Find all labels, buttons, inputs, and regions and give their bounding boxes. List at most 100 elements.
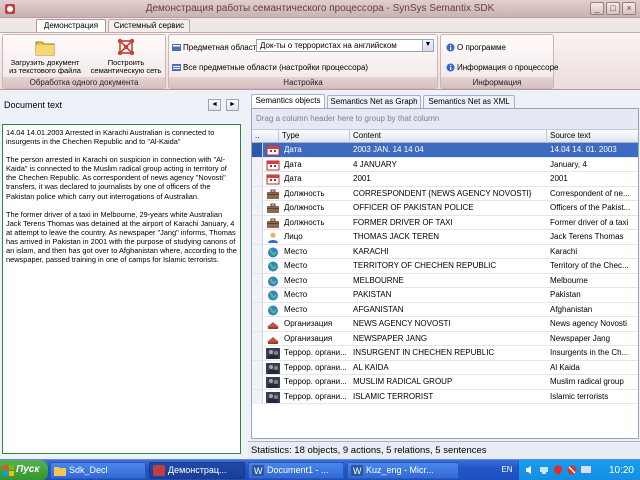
language-indicator[interactable]: EN: [499, 464, 515, 476]
table-row[interactable]: Организация NEWSPAPER JANG Newspaper Jang: [252, 331, 638, 346]
column-header-source[interactable]: Source text: [547, 130, 638, 143]
objects-grid: Drag a column header here to group by th…: [251, 108, 639, 439]
load-document-button[interactable]: Загрузить документ из текстового файла: [5, 37, 85, 77]
group-by-area[interactable]: Drag a column header here to group by th…: [252, 109, 638, 130]
cell-type: Место: [284, 275, 308, 285]
row-selector[interactable]: [252, 186, 263, 201]
row-selector[interactable]: [252, 288, 263, 302]
ribbon-tab-system[interactable]: Системный сервис: [108, 19, 190, 32]
network-tray-icon[interactable]: [539, 465, 549, 475]
cell-type: Террор. органи...: [284, 348, 347, 357]
chevron-down-icon[interactable]: ▼: [422, 40, 433, 51]
table-row[interactable]: Дата 2003 JAN. 14 14 04 14.04 14. 01. 2003: [252, 143, 638, 158]
subject-area-icon: [172, 44, 181, 52]
table-row[interactable]: Террор. органи... ISLAMIC TERRORIST Islami…: [252, 389, 638, 404]
maximize-icon[interactable]: □: [606, 2, 620, 15]
row-selector[interactable]: [252, 302, 263, 317]
cell-source: Al Kaida: [550, 362, 580, 372]
next-arrow-icon[interactable]: ►: [226, 99, 239, 111]
table-row[interactable]: Должность FORMER DRIVER OF TAXI Former dri…: [252, 215, 638, 230]
row-selector[interactable]: [252, 375, 263, 389]
table-row[interactable]: Должность OFFICER OF PAKISTAN POLICE Offic…: [252, 201, 638, 216]
row-selector[interactable]: [252, 172, 263, 186]
about-label: О программе: [457, 43, 506, 52]
taskbar-item-document1[interactable]: W Document1 - ...: [248, 462, 344, 479]
close-icon[interactable]: ×: [622, 2, 636, 15]
tab-semantics-objects[interactable]: Semantics objects: [251, 94, 325, 108]
row-selector[interactable]: [252, 346, 263, 360]
processor-info-button[interactable]: Информация о процессоре: [446, 62, 558, 74]
row-selector[interactable]: [252, 215, 263, 230]
ribbon-group-settings-caption: Настройка: [169, 77, 437, 88]
minimize-icon[interactable]: _: [590, 2, 604, 15]
column-header-type[interactable]: Type: [279, 130, 350, 143]
row-selector[interactable]: [252, 360, 263, 375]
table-row[interactable]: Террор. органи... INSURGENT IN CHECHEN RE…: [252, 346, 638, 361]
table-row[interactable]: Место TERRITORY OF CHECHEN REPUBLIC Territ…: [252, 259, 638, 274]
row-selector[interactable]: [252, 273, 263, 288]
table-row[interactable]: Место KARACHI Karachi: [252, 244, 638, 259]
table-row[interactable]: Дата 2001 2001: [252, 172, 638, 187]
task-label: Sdk_Decl: [69, 465, 108, 475]
cell-source: Former driver of a taxi: [550, 217, 629, 227]
cell-type: Лицо: [284, 232, 303, 241]
all-subject-areas-label: Все предметные области (настройки процес…: [183, 63, 369, 72]
table-row[interactable]: Лицо THOMAS JACK TEREN Jack Terens Thomas: [252, 230, 638, 245]
cell-type: Организация: [284, 319, 333, 328]
row-selector[interactable]: [252, 143, 263, 157]
tab-semantics-graph[interactable]: Semantics Net as Graph: [327, 95, 421, 108]
row-selector[interactable]: [252, 317, 263, 331]
speaker-icon[interactable]: [525, 465, 535, 475]
table-row[interactable]: Террор. органи... AL KAIDA Al Kaida: [252, 360, 638, 375]
word-icon: W: [351, 465, 363, 476]
build-semantic-net-button[interactable]: Построить семантическую сеть: [87, 37, 165, 77]
subject-area-select[interactable]: Док-ты о террористах на английском ▼: [256, 39, 434, 52]
antivirus-icon[interactable]: [567, 465, 577, 475]
row-selector[interactable]: [252, 244, 263, 259]
all-subject-areas-button[interactable]: Все предметные области (настройки процес…: [172, 62, 368, 74]
cell-type: Должность: [284, 217, 325, 227]
info-icon: [446, 63, 455, 72]
document-text-area[interactable]: 14.04 14.01.2003 Arrested in Karachi Aus…: [2, 124, 241, 454]
network-icon: [117, 38, 135, 56]
cell-content: AFGANISTAN: [353, 304, 404, 314]
shield-icon[interactable]: [553, 465, 563, 475]
cell-content: NEWSPAPER JANG: [353, 333, 428, 343]
table-row[interactable]: Террор. органи... MUSLIM RADICAL GROUP Mus…: [252, 375, 638, 390]
row-selector[interactable]: [252, 259, 263, 273]
row-selector[interactable]: [252, 331, 263, 346]
task-label: Document1 - ...: [267, 465, 329, 475]
word-icon: W: [252, 465, 264, 476]
cell-source: Afghanistan: [550, 304, 593, 314]
about-button[interactable]: О программе: [446, 42, 506, 54]
table-row[interactable]: Место MELBOURNE Melbourne: [252, 273, 638, 288]
column-header-marker[interactable]: ..: [252, 130, 279, 143]
prev-arrow-icon[interactable]: ◄: [208, 99, 221, 111]
cell-source: Territory of the Chec...: [550, 261, 629, 270]
cell-content: KARACHI: [353, 246, 389, 256]
settings-list-icon: [172, 64, 181, 72]
table-row[interactable]: Место AFGANISTAN Afghanistan: [252, 302, 638, 317]
row-selector[interactable]: [252, 230, 263, 244]
table-row[interactable]: Место PAKISTAN Pakistan: [252, 288, 638, 303]
ribbon-group-document-caption: Обработка одного документа: [3, 77, 165, 88]
column-header-content[interactable]: Content: [350, 130, 547, 143]
taskbar-item-demo[interactable]: Демонстрац...: [149, 462, 245, 479]
ribbon-tab-demo[interactable]: Демонстрация: [36, 19, 106, 32]
document-pane: Document text ◄ ► 14.04 14.01.2003 Arres…: [0, 96, 243, 459]
table-row[interactable]: Должность CORRESPONDENT {NEWS AGENCY NOVO…: [252, 186, 638, 201]
taskbar-item-sdk-decl[interactable]: Sdk_Decl: [50, 462, 146, 479]
row-selector[interactable]: [252, 157, 263, 172]
row-selector[interactable]: [252, 389, 263, 404]
monitor-icon[interactable]: [581, 465, 591, 475]
taskbar-item-kuz-eng[interactable]: W Kuz_eng - Micr...: [347, 462, 459, 479]
table-row[interactable]: Дата 4 JANUARY January, 4: [252, 157, 638, 172]
processor-info-label: Информация о процессоре: [457, 63, 559, 72]
row-selector[interactable]: [252, 201, 263, 215]
table-row[interactable]: Организация NEWS AGENCY NOVOSTI News agenc…: [252, 317, 638, 332]
tab-semantics-xml[interactable]: Semantics Net as XML: [423, 95, 515, 108]
cell-type: Место: [284, 304, 308, 314]
cell-type: Организация: [284, 333, 333, 343]
cell-source: 2001: [550, 174, 568, 183]
title-bar[interactable]: Демонстрация работы семантического проце…: [0, 0, 640, 18]
